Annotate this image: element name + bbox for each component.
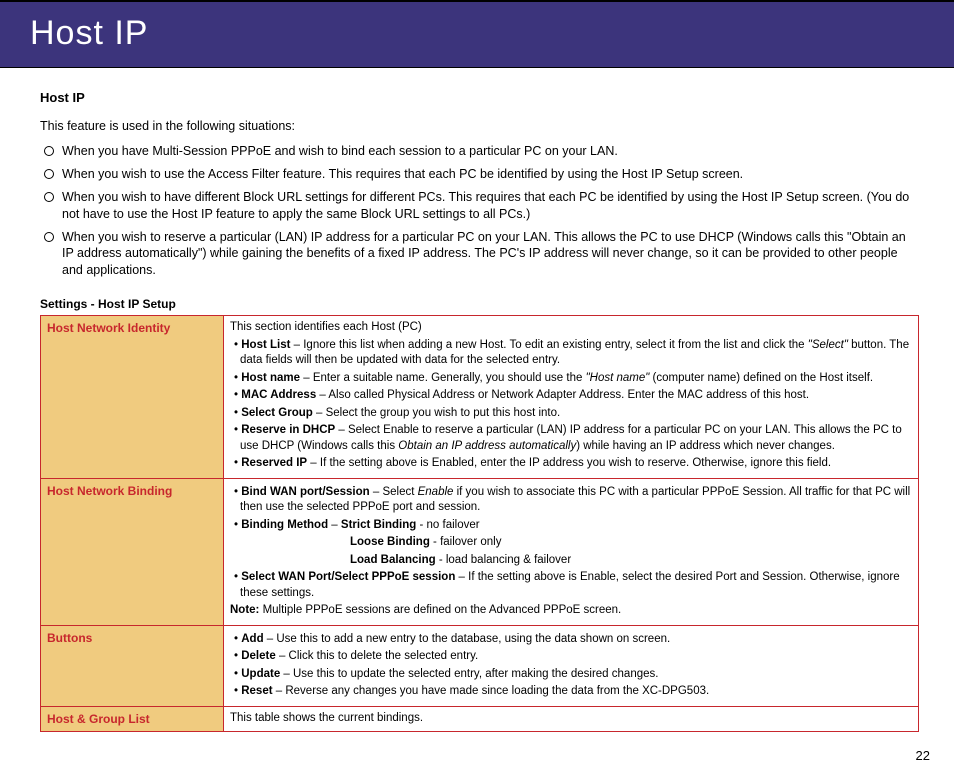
section-subhead: Host IP [40, 90, 919, 105]
add-button-item: • Add – Use this to add a new entry to t… [230, 632, 912, 648]
list-item: When you wish to use the Access Filter f… [62, 166, 919, 183]
host-ip-setup-table: Host Network Identity This section ident… [40, 315, 919, 732]
reset-button-item: • Reset – Reverse any changes you have m… [230, 684, 912, 700]
select-group-label: Select Group [241, 407, 313, 419]
update-button-label: Update [241, 668, 280, 680]
list-item: When you wish to reserve a particular (L… [62, 229, 919, 280]
row-header-identity: Host Network Identity [41, 316, 224, 479]
intro-text: This feature is used in the following si… [40, 119, 919, 133]
reserve-dhcp-label: Reserve in DHCP [241, 424, 335, 436]
select-wan-port-label: Select WAN Port/Select PPPoE session [241, 571, 455, 583]
select-group-item: • Select Group – Select the group you wi… [230, 406, 912, 422]
load-balancing-label: Load Balancing [350, 554, 436, 566]
row-cell-buttons: • Add – Use this to add a new entry to t… [224, 625, 919, 706]
page-content: Host IP This feature is used in the foll… [0, 68, 954, 742]
reserved-ip-item: • Reserved IP – If the setting above is … [230, 456, 912, 472]
page-header: Host IP [0, 0, 954, 68]
list-item: When you wish to have different Block UR… [62, 189, 919, 223]
reserve-dhcp-item: • Reserve in DHCP – Select Enable to res… [230, 423, 912, 454]
identity-lead-text: This section identifies each Host (PC) [230, 320, 912, 336]
load-balancing-item: Load Balancing - load balancing & failov… [340, 553, 912, 569]
row-header-buttons: Buttons [41, 625, 224, 706]
mac-address-item: • MAC Address – Also called Physical Add… [230, 388, 912, 404]
reset-button-label: Reset [241, 685, 272, 697]
page-number: 22 [0, 742, 954, 773]
binding-method-item: • Binding Method – Strict Binding - no f… [230, 518, 912, 534]
strict-binding-label: Strict Binding [341, 519, 416, 531]
host-list-item: • Host List – Ignore this list when addi… [230, 338, 912, 369]
binding-method-label: Binding Method [241, 519, 328, 531]
note-label: Note: [230, 604, 259, 616]
loose-binding-item: Loose Binding - failover only [340, 535, 912, 551]
update-button-item: • Update – Use this to update the select… [230, 667, 912, 683]
bind-wan-item: • Bind WAN port/Session – Select Enable … [230, 485, 912, 516]
host-name-item: • Host name – Enter a suitable name. Gen… [230, 371, 912, 387]
note-item: Note: Multiple PPPoE sessions are define… [230, 603, 912, 619]
list-item: When you have Multi-Session PPPoE and wi… [62, 143, 919, 160]
reserved-ip-label: Reserved IP [241, 457, 307, 469]
page-title: Host IP [30, 14, 924, 53]
table-title: Settings - Host IP Setup [40, 297, 919, 311]
row-header-hostgroup: Host & Group List [41, 706, 224, 731]
bind-wan-label: Bind WAN port/Session [241, 486, 369, 498]
row-header-binding: Host Network Binding [41, 478, 224, 625]
row-cell-identity: This section identifies each Host (PC) •… [224, 316, 919, 479]
host-list-label: Host List [241, 339, 290, 351]
mac-address-label: MAC Address [241, 389, 316, 401]
feature-situations-list: When you have Multi-Session PPPoE and wi… [40, 143, 919, 279]
delete-button-item: • Delete – Click this to delete the sele… [230, 649, 912, 665]
select-wan-port-item: • Select WAN Port/Select PPPoE session –… [230, 570, 912, 601]
add-button-label: Add [241, 633, 263, 645]
loose-binding-label: Loose Binding [350, 536, 430, 548]
row-cell-binding: • Bind WAN port/Session – Select Enable … [224, 478, 919, 625]
host-name-label: Host name [241, 372, 300, 384]
row-cell-hostgroup: This table shows the current bindings. [224, 706, 919, 731]
delete-button-label: Delete [241, 650, 276, 662]
